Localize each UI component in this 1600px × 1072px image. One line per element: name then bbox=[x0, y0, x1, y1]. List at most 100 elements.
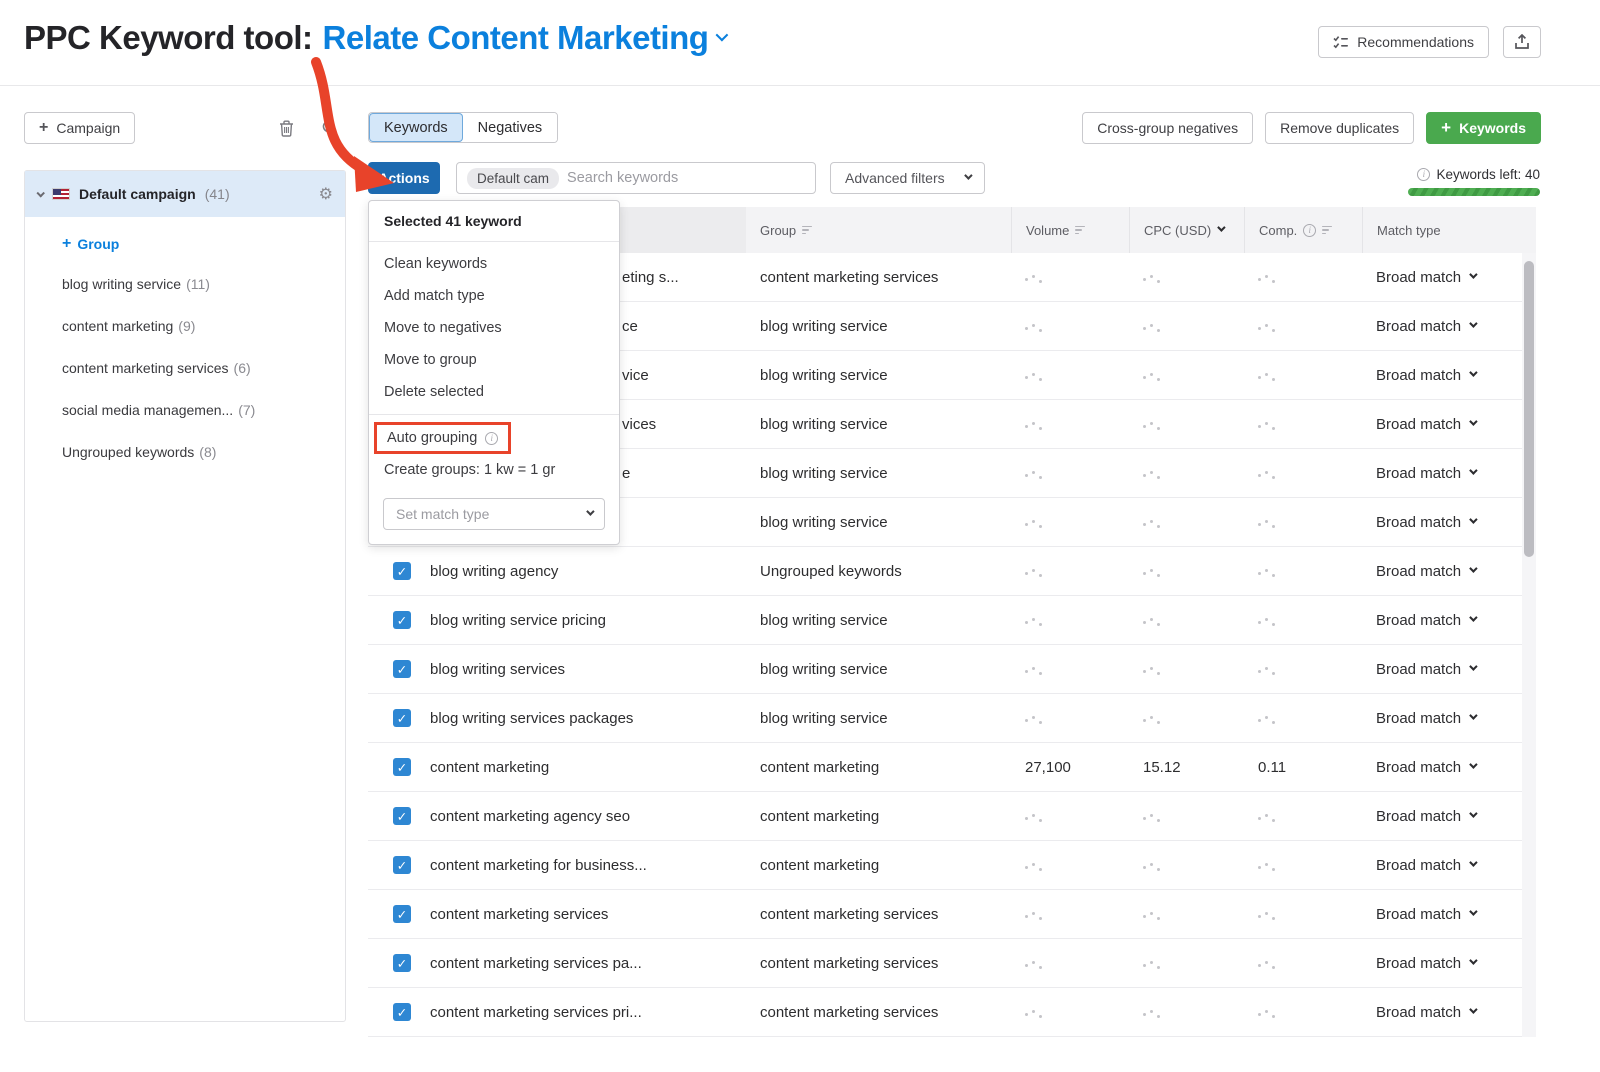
checkbox-cell: ✓ bbox=[368, 758, 416, 776]
comp-cell bbox=[1244, 514, 1362, 531]
create-groups-item[interactable]: Create groups: 1 kw = 1 gr bbox=[369, 454, 619, 486]
campaign-title-dropdown[interactable]: Relate Content Marketing bbox=[323, 19, 726, 57]
match-type-cell: Broad match bbox=[1362, 906, 1520, 923]
row-checkbox[interactable]: ✓ bbox=[393, 807, 411, 825]
add-campaign-button[interactable]: + Campaign bbox=[24, 112, 135, 144]
tab-negatives[interactable]: Negatives bbox=[463, 113, 557, 142]
match-type-dropdown[interactable]: Broad match bbox=[1376, 465, 1506, 482]
group-cell: blog writing service bbox=[746, 367, 1011, 384]
campaign-filter-chip[interactable]: Default cam bbox=[467, 168, 559, 189]
match-type-dropdown[interactable]: Broad match bbox=[1376, 416, 1506, 433]
auto-grouping-item[interactable]: Auto grouping i bbox=[374, 422, 511, 454]
menu-item-delete-selected[interactable]: Delete selected bbox=[369, 376, 619, 408]
header-comp-[interactable]: Comp.i bbox=[1244, 207, 1362, 253]
table-row[interactable]: ✓content marketing services pa...content… bbox=[368, 939, 1536, 988]
match-type-dropdown[interactable]: Broad match bbox=[1376, 318, 1506, 335]
header-cpc-usd-[interactable]: CPC (USD) bbox=[1129, 207, 1244, 253]
table-row[interactable]: ✓blog writing service pricingblog writin… bbox=[368, 596, 1536, 645]
match-type-dropdown[interactable]: Broad match bbox=[1376, 857, 1506, 874]
header-group[interactable]: Group bbox=[746, 207, 1011, 253]
add-keywords-label: Keywords bbox=[1459, 120, 1526, 136]
table-row[interactable]: ✓blog writing agencyUngrouped keywordsBr… bbox=[368, 547, 1536, 596]
row-checkbox[interactable]: ✓ bbox=[393, 709, 411, 727]
row-checkbox[interactable]: ✓ bbox=[393, 758, 411, 776]
match-type-dropdown[interactable]: Broad match bbox=[1376, 759, 1506, 776]
header-volume[interactable]: Volume bbox=[1011, 207, 1129, 253]
masked-value bbox=[1025, 867, 1042, 870]
gear-icon[interactable]: ⚙ bbox=[319, 184, 333, 204]
recommendations-button[interactable]: Recommendations bbox=[1318, 26, 1489, 58]
menu-item-move-to-group[interactable]: Move to group bbox=[369, 344, 619, 376]
sort-icon bbox=[1075, 226, 1085, 235]
table-row[interactable]: ✓blog writing services packagesblog writ… bbox=[368, 694, 1536, 743]
checkbox-cell: ✓ bbox=[368, 954, 416, 972]
export-button[interactable] bbox=[1503, 26, 1541, 58]
masked-value bbox=[1025, 475, 1042, 478]
add-group-button[interactable]: + Group bbox=[25, 217, 345, 263]
comp-cell bbox=[1244, 318, 1362, 335]
match-type-dropdown[interactable]: Broad match bbox=[1376, 367, 1506, 384]
row-checkbox[interactable]: ✓ bbox=[393, 954, 411, 972]
match-type-dropdown[interactable]: Broad match bbox=[1376, 906, 1506, 923]
cross-group-negatives-button[interactable]: Cross-group negatives bbox=[1082, 112, 1253, 144]
group-cell: blog writing service bbox=[746, 661, 1011, 678]
advanced-filters-button[interactable]: Advanced filters bbox=[830, 162, 985, 194]
menu-item-clean-keywords[interactable]: Clean keywords bbox=[369, 248, 619, 280]
table-row[interactable]: ✓blog writing servicesblog writing servi… bbox=[368, 645, 1536, 694]
search-icon[interactable] bbox=[322, 120, 338, 136]
group-cell: content marketing bbox=[746, 808, 1011, 825]
masked-value bbox=[1258, 1014, 1275, 1017]
match-type-dropdown[interactable]: Broad match bbox=[1376, 661, 1506, 678]
match-type-dropdown[interactable]: Broad match bbox=[1376, 514, 1506, 531]
advanced-filters-dropdown[interactable]: Advanced filters bbox=[830, 162, 985, 194]
row-checkbox[interactable]: ✓ bbox=[393, 905, 411, 923]
menu-item-move-to-negatives[interactable]: Move to negatives bbox=[369, 312, 619, 344]
search-keywords-input[interactable]: Default cam Search keywords bbox=[456, 162, 816, 194]
match-type-dropdown[interactable]: Broad match bbox=[1376, 808, 1506, 825]
row-checkbox[interactable]: ✓ bbox=[393, 1003, 411, 1021]
table-scrollbar-thumb[interactable] bbox=[1524, 261, 1534, 557]
masked-value bbox=[1143, 524, 1160, 527]
table-row[interactable]: ✓content marketing services pri...conten… bbox=[368, 988, 1536, 1037]
match-type-dropdown[interactable]: Broad match bbox=[1376, 710, 1506, 727]
match-type-dropdown[interactable]: Broad match bbox=[1376, 269, 1506, 286]
match-type-dropdown[interactable]: Broad match bbox=[1376, 955, 1506, 972]
menu-item-add-match-type[interactable]: Add match type bbox=[369, 280, 619, 312]
table-scrollbar-track[interactable] bbox=[1522, 253, 1536, 1037]
remove-duplicates-button[interactable]: Remove duplicates bbox=[1265, 112, 1414, 144]
chevron-down-icon bbox=[1469, 564, 1477, 572]
match-type-dropdown[interactable]: Broad match bbox=[1376, 612, 1506, 629]
add-group-label: Group bbox=[77, 236, 119, 252]
row-checkbox[interactable]: ✓ bbox=[393, 562, 411, 580]
tab-keywords[interactable]: Keywords bbox=[369, 113, 463, 142]
table-row[interactable]: ✓content marketing servicescontent marke… bbox=[368, 890, 1536, 939]
comp-cell bbox=[1244, 563, 1362, 580]
row-checkbox[interactable]: ✓ bbox=[393, 660, 411, 678]
table-row[interactable]: ✓content marketingcontent marketing27,10… bbox=[368, 743, 1536, 792]
group-cell: content marketing services bbox=[746, 955, 1011, 972]
sidebar-group-item[interactable]: blog writing service(11) bbox=[25, 263, 345, 305]
sidebar-group-item[interactable]: social media managemen...(7) bbox=[25, 389, 345, 431]
actions-button[interactable]: Actions bbox=[368, 162, 440, 194]
add-campaign-label: Campaign bbox=[56, 120, 120, 136]
trash-icon[interactable] bbox=[279, 120, 294, 137]
add-keywords-button[interactable]: + Keywords bbox=[1426, 112, 1541, 144]
group-list: blog writing service(11)content marketin… bbox=[25, 263, 345, 473]
set-match-type-select[interactable]: Set match type bbox=[383, 498, 605, 530]
sidebar-group-item[interactable]: Ungrouped keywords(8) bbox=[25, 431, 345, 473]
chevron-down-icon bbox=[1469, 466, 1477, 474]
match-type-dropdown[interactable]: Broad match bbox=[1376, 1004, 1506, 1021]
header-match-type[interactable]: Match type bbox=[1362, 207, 1520, 253]
masked-value bbox=[1258, 916, 1275, 919]
campaign-row[interactable]: Default campaign (41) ⚙ bbox=[25, 171, 345, 217]
group-count: (11) bbox=[186, 276, 210, 292]
sidebar-group-item[interactable]: content marketing(9) bbox=[25, 305, 345, 347]
row-checkbox[interactable]: ✓ bbox=[393, 856, 411, 874]
row-checkbox[interactable]: ✓ bbox=[393, 611, 411, 629]
table-row[interactable]: ✓content marketing for business...conten… bbox=[368, 841, 1536, 890]
cpc-cell bbox=[1129, 563, 1244, 580]
match-type-dropdown[interactable]: Broad match bbox=[1376, 563, 1506, 580]
sidebar-group-item[interactable]: content marketing services(6) bbox=[25, 347, 345, 389]
table-row[interactable]: ✓content marketing agency seocontent mar… bbox=[368, 792, 1536, 841]
checkbox-cell: ✓ bbox=[368, 905, 416, 923]
